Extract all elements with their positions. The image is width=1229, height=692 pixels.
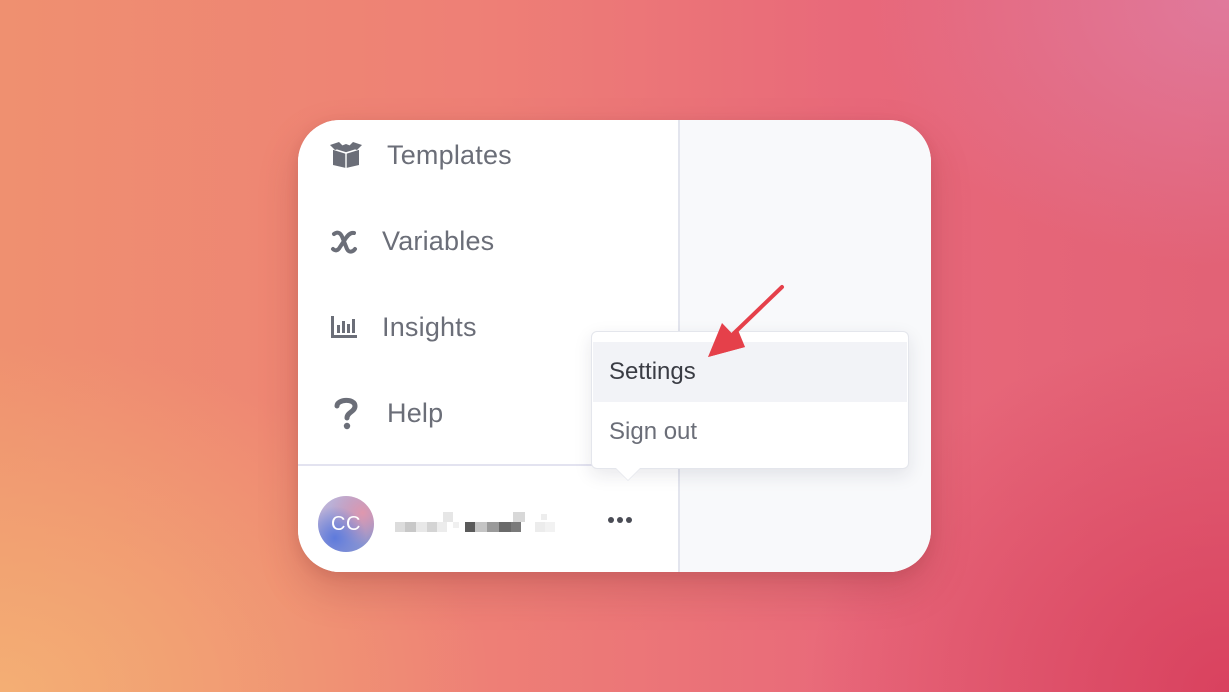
avatar[interactable]: CC bbox=[318, 496, 374, 552]
dropdown-caret bbox=[616, 468, 640, 480]
variable-x-icon bbox=[327, 224, 361, 258]
more-options-button[interactable] bbox=[594, 502, 646, 538]
sidebar-item-label: Variables bbox=[382, 225, 495, 256]
ellipsis-icon bbox=[607, 517, 634, 523]
profile-menu-dropdown: Settings Sign out bbox=[591, 331, 909, 480]
menu-item-label: Settings bbox=[609, 358, 696, 385]
menu-item-label: Sign out bbox=[609, 418, 698, 445]
avatar-initials: CC bbox=[331, 512, 361, 535]
question-icon bbox=[329, 396, 363, 430]
sidebar-item-label: Templates bbox=[387, 139, 512, 170]
redacted-username bbox=[395, 512, 565, 538]
bar-chart-icon bbox=[327, 310, 361, 344]
menu-item-settings[interactable]: Settings bbox=[593, 342, 907, 402]
sidebar-item-templates[interactable]: Templates bbox=[298, 125, 678, 185]
sidebar-item-label: Insights bbox=[382, 311, 477, 342]
box-icon bbox=[329, 138, 363, 172]
sidebar-item-label: Help bbox=[387, 397, 444, 428]
menu-item-sign-out[interactable]: Sign out bbox=[593, 402, 907, 462]
sidebar-item-variables[interactable]: Variables bbox=[298, 211, 678, 271]
profile-row[interactable]: CC bbox=[298, 466, 678, 572]
